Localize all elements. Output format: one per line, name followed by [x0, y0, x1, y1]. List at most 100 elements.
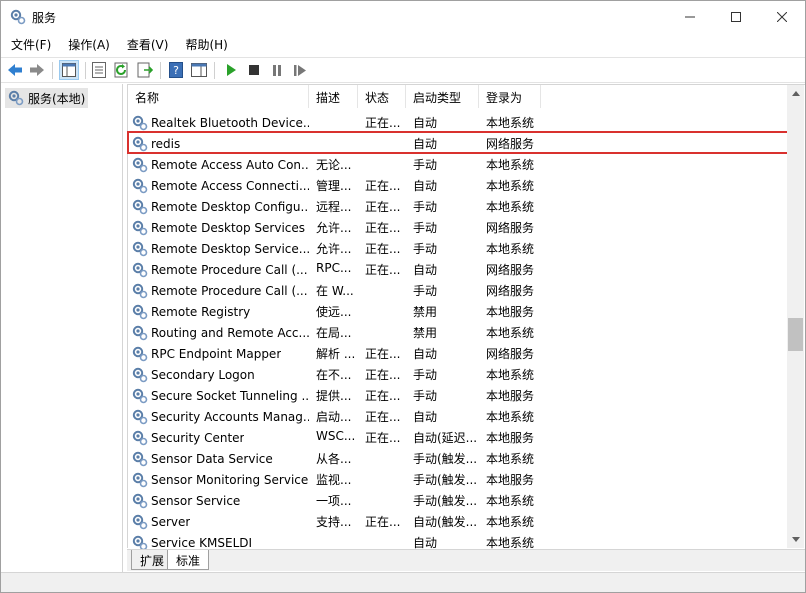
action-pane-icon [191, 63, 207, 77]
service-startup-type: 自动 [413, 179, 438, 193]
service-gear-icon [132, 325, 148, 341]
vertical-scrollbar[interactable] [787, 85, 804, 548]
service-status [358, 279, 406, 300]
service-description: 远程... [316, 200, 352, 214]
services-gear-icon [8, 90, 24, 106]
minimize-button[interactable] [667, 1, 713, 32]
close-button[interactable] [759, 1, 805, 32]
service-row[interactable]: Remote Desktop Services 允许... 正在... 手动 网络服务 [128, 216, 788, 237]
service-logon-as: 本地服务 [486, 305, 535, 319]
service-name-cell: redis [128, 132, 309, 153]
menu-action[interactable]: 操作(A) [58, 33, 117, 55]
service-row[interactable]: Remote Desktop Configu... 远程... 正在... 手动 本地系… [128, 195, 788, 216]
service-row[interactable]: RPC Endpoint Mapper 解析 ... 正在... 自动 网络服务 [128, 342, 788, 363]
help-button[interactable]: ? [167, 61, 185, 79]
service-row[interactable]: Secure Socket Tunneling ... 提供... 正在... 手动 本… [128, 384, 788, 405]
show-action-pane-button[interactable] [190, 61, 208, 79]
menu-help[interactable]: 帮助(H) [175, 33, 234, 55]
forward-icon [30, 64, 44, 76]
service-row[interactable]: Secondary Logon 在不... 正在... 手动 本地系统 [128, 363, 788, 384]
service-row[interactable]: Security Center WSC... 正在... 自动(延迟... 本地服务 [128, 426, 788, 447]
service-description: 无论... [316, 158, 352, 172]
stop-service-button[interactable] [245, 61, 263, 79]
service-row[interactable]: Remote Registry 使远... 禁用 本地服务 [128, 300, 788, 321]
service-description: 监视... [316, 473, 352, 487]
service-name-cell: Realtek Bluetooth Device... [128, 111, 309, 132]
view-tabs: 扩展 标准 [127, 549, 805, 571]
tree-node-services-local[interactable]: 服务(本地) [5, 88, 89, 108]
maximize-icon [731, 11, 741, 22]
service-row[interactable]: Remote Procedure Call (... 在 W... 手动 网络服务 [128, 279, 788, 300]
service-row[interactable]: Remote Access Auto Con... 无论... 手动 本地系统 [128, 153, 788, 174]
column-header: 名称 描述 状态 启动类型 登录为 [128, 85, 788, 108]
forward-button[interactable] [28, 61, 46, 79]
services-list: 名称 描述 状态 启动类型 登录为 Realtek Bluetooth Devi… [127, 84, 805, 551]
restart-icon [294, 64, 306, 76]
service-row[interactable]: Remote Desktop Service... 允许... 正在... 手动 本地系… [128, 237, 788, 258]
service-name: Security Accounts Manag... [151, 410, 309, 424]
service-logon-as: 本地系统 [486, 242, 535, 256]
service-startup-type: 自动 [413, 347, 438, 361]
pause-service-button[interactable] [268, 61, 286, 79]
service-row[interactable]: Sensor Data Service 从各... 手动(触发... 本地系统 [128, 447, 788, 468]
service-row[interactable]: Server 支持... 正在... 自动(触发... 本地系统 [128, 510, 788, 531]
column-header-status[interactable]: 状态 [358, 85, 406, 108]
service-name: Remote Desktop Configu... [151, 200, 309, 214]
service-description: 一项... [316, 494, 352, 508]
service-logon-as: 网络服务 [486, 221, 535, 235]
service-startup-type: 手动 [413, 284, 438, 298]
scroll-down-button[interactable] [787, 531, 804, 548]
column-header-description[interactable]: 描述 [309, 85, 358, 108]
service-gear-icon [132, 367, 148, 383]
show-hide-console-tree-button[interactable] [59, 60, 79, 80]
scrollbar-thumb[interactable] [788, 318, 803, 351]
back-button[interactable] [6, 61, 24, 79]
service-name-cell: Server [128, 510, 309, 531]
service-name: Routing and Remote Acc... [151, 326, 309, 340]
service-gear-icon [132, 493, 148, 509]
service-startup-type: 手动(触发... [413, 452, 478, 466]
start-service-button[interactable] [222, 61, 240, 79]
service-name: Security Center [151, 431, 245, 445]
column-header-name[interactable]: 名称 [128, 85, 309, 108]
tree-node-label: 服务(本地) [28, 91, 86, 106]
service-logon-as: 网络服务 [486, 137, 535, 151]
maximize-button[interactable] [713, 1, 759, 32]
scroll-up-button[interactable] [787, 85, 804, 102]
export-list-button[interactable] [136, 61, 154, 79]
console-tree-icon [62, 63, 76, 77]
service-row[interactable]: Remote Procedure Call (... RPC... 正在... 自动 网… [128, 258, 788, 279]
service-row[interactable]: redis 自动 网络服务 [127, 131, 789, 154]
service-row[interactable]: Security Accounts Manag... 启动... 正在... 自动 本地… [128, 405, 788, 426]
service-row[interactable]: Realtek Bluetooth Device... 正在... 自动 本地系统 [128, 111, 788, 132]
service-row[interactable]: Remote Access Connecti... 管理... 正在... 自动 本地系… [128, 174, 788, 195]
service-name-cell: Remote Procedure Call (... [128, 279, 309, 300]
column-header-logon-as[interactable]: 登录为 [479, 85, 541, 108]
service-gear-icon [132, 388, 148, 404]
service-name: Remote Access Connecti... [151, 179, 309, 193]
service-logon-as: 本地系统 [486, 452, 535, 466]
menu-view[interactable]: 查看(V) [117, 33, 176, 55]
service-name: Remote Access Auto Con... [151, 158, 309, 172]
service-logon-as: 本地系统 [486, 326, 535, 340]
close-icon [777, 11, 787, 22]
service-description: 在局... [316, 326, 352, 340]
service-row[interactable]: Sensor Monitoring Service 监视... 手动(触发... 本地… [128, 468, 788, 489]
service-gear-icon [132, 178, 148, 194]
menu-file[interactable]: 文件(F) [1, 33, 58, 55]
service-description: 允许... [316, 221, 352, 235]
service-gear-icon [132, 304, 148, 320]
service-description: 管理... [316, 179, 352, 193]
column-header-startup-type[interactable]: 启动类型 [406, 85, 479, 108]
service-row[interactable]: Routing and Remote Acc... 在局... 禁用 本地系统 [128, 321, 788, 342]
properties-button[interactable] [90, 61, 108, 79]
service-name-cell: Sensor Monitoring Service [128, 468, 309, 489]
service-logon-as: 本地系统 [486, 116, 535, 130]
restart-service-button[interactable] [291, 61, 309, 79]
service-row[interactable]: Sensor Service 一项... 手动(触发... 本地系统 [128, 489, 788, 510]
service-description: 支持... [316, 515, 352, 529]
chevron-down-icon [791, 537, 800, 542]
service-logon-as: 本地系统 [486, 410, 535, 424]
tab-standard[interactable]: 标准 [167, 550, 210, 570]
refresh-button[interactable] [113, 61, 131, 79]
